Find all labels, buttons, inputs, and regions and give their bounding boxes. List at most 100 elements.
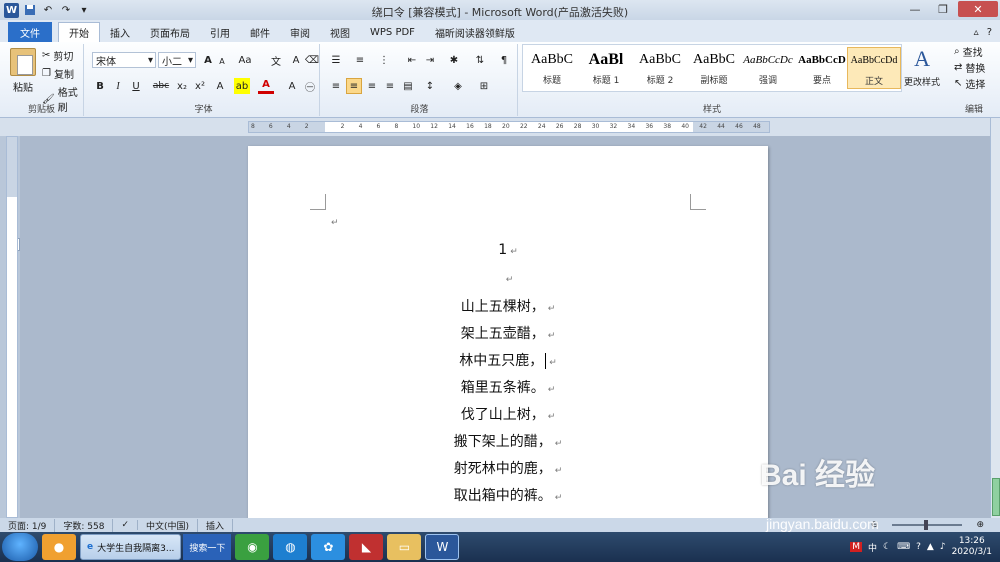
underline-button[interactable]: U — [128, 78, 144, 94]
taskbar-search-button[interactable]: 搜索一下 — [183, 534, 232, 560]
volume-icon[interactable]: ♪ — [940, 542, 946, 552]
char-shading-icon[interactable]: A — [284, 78, 300, 94]
bullets-icon[interactable]: ☰ — [328, 52, 344, 68]
app-icon-blue[interactable]: ◍ — [273, 534, 308, 560]
clear-format-icon[interactable]: ⌫ — [304, 52, 320, 68]
poem-line[interactable]: 搬下架上的醋， ↵ — [248, 431, 768, 451]
font-color-button[interactable]: A — [258, 78, 274, 94]
poem-line[interactable]: 伐了山上树， ↵ — [248, 404, 768, 424]
style-normal[interactable]: AaBbCcDd 正文 — [847, 47, 901, 89]
style-heading-1[interactable]: AaBl 标题 1 — [579, 47, 633, 89]
multilevel-list-icon[interactable]: ⋮ — [376, 52, 392, 68]
shrink-font-button[interactable]: A — [214, 53, 230, 69]
horizontal-ruler[interactable]: 8 6 4 2 2 4 6 8 10 12 14 16 18 20 22 24 26 28 30 32 34 36 38 40… — [248, 121, 770, 133]
ribbon-collapse-icon[interactable]: ▵ — [974, 27, 979, 38]
copy-button[interactable]: ❐ 复制 — [42, 66, 74, 81]
char-border-icon[interactable]: A — [288, 52, 304, 68]
maximize-button[interactable]: ❐ — [930, 1, 956, 17]
style-strong[interactable]: AaBbCcD 要点 — [795, 47, 849, 89]
network-icon[interactable]: ▲ — [927, 542, 934, 552]
close-button[interactable]: ✕ — [958, 1, 998, 17]
enclose-char-icon[interactable]: ㊀ — [302, 78, 318, 94]
taskbar-browser-task[interactable]: e 大学生自我隔离3... — [80, 534, 182, 560]
style-emphasis[interactable]: AaBbCcDc 强调 — [741, 47, 795, 89]
italic-button[interactable]: I — [110, 78, 126, 94]
word-taskbar-icon[interactable]: W — [425, 534, 460, 560]
chinese-layout-icon[interactable]: ✱ — [446, 52, 462, 68]
tab-review[interactable]: 审阅 — [280, 22, 320, 42]
vertical-scrollbar[interactable] — [990, 118, 1000, 518]
show-marks-icon[interactable]: ¶ — [496, 52, 512, 68]
app-icon-green[interactable]: ◉ — [235, 534, 270, 560]
tab-home[interactable]: 开始 — [58, 22, 100, 42]
spellcheck-icon[interactable]: ✓ — [113, 520, 139, 530]
tab-insert[interactable]: 插入 — [100, 22, 140, 42]
clock[interactable]: 13:26 2020/3/1 — [952, 536, 992, 558]
justify-icon[interactable]: ≡ — [382, 78, 398, 94]
status-language[interactable]: 中文(中国) — [138, 518, 199, 532]
strikethrough-button[interactable]: abc — [150, 78, 172, 94]
align-center-icon[interactable]: ≡ — [346, 78, 362, 94]
tab-view[interactable]: 视图 — [320, 22, 360, 42]
tab-references[interactable]: 引用 — [200, 22, 240, 42]
keyboard-icon[interactable]: ⌨ — [897, 542, 910, 552]
bold-button[interactable]: B — [92, 78, 108, 94]
superscript-button[interactable]: x² — [192, 78, 208, 94]
subscript-button[interactable]: x₂ — [174, 78, 190, 94]
ime-mode[interactable]: 中 — [868, 541, 877, 554]
app-icon-pdf[interactable]: ◣ — [349, 534, 384, 560]
change-case-button[interactable]: Aa — [234, 52, 256, 68]
ime-icon[interactable]: M — [850, 542, 863, 552]
style-heading-2[interactable]: AaBbC 标题 2 — [633, 47, 687, 89]
help-tray-icon[interactable]: ? — [916, 542, 921, 552]
poem-line[interactable]: 箱里五条裤。 ↵ — [248, 377, 768, 397]
numbering-icon[interactable]: ≡ — [352, 52, 368, 68]
highlight-icon[interactable]: ab — [234, 78, 250, 94]
style-title[interactable]: AaBbC 标题 — [525, 47, 579, 89]
minimize-button[interactable]: — — [902, 1, 928, 17]
redo-icon[interactable]: ↷ — [59, 3, 73, 17]
cut-button[interactable]: ✂ 剪切 — [42, 48, 73, 63]
status-insert-mode[interactable]: 插入 — [198, 518, 234, 532]
font-size-select[interactable]: 小二 ▾ — [158, 52, 196, 68]
tab-file[interactable]: 文件 — [8, 22, 52, 42]
sort-icon[interactable]: ⇅ — [472, 52, 488, 68]
folder-icon[interactable]: ▭ — [387, 534, 422, 560]
change-styles-button[interactable]: A 更改样式 — [904, 46, 940, 88]
undo-icon[interactable]: ↶ — [41, 3, 55, 17]
replace-button[interactable]: ⇄ 替换 — [954, 60, 985, 75]
tab-mailings[interactable]: 邮件 — [240, 22, 280, 42]
tab-page-layout[interactable]: 页面布局 — [140, 22, 200, 42]
status-word-count[interactable]: 字数: 558 — [55, 518, 114, 532]
decrease-indent-icon[interactable]: ⇤ — [404, 52, 420, 68]
customize-toolbar-icon[interactable]: ▾ — [77, 3, 91, 17]
text-effects-icon[interactable]: A — [212, 78, 228, 94]
poem-line[interactable]: 架上五壶醋， ↵ — [248, 323, 768, 343]
help-icon[interactable]: ? — [987, 27, 992, 38]
align-left-icon[interactable]: ≡ — [328, 78, 344, 94]
style-subtitle[interactable]: AaBbC 副标题 — [687, 47, 741, 89]
save-icon[interactable] — [23, 3, 37, 17]
poem-line[interactable]: 射死林中的鹿， ↵ — [248, 458, 768, 478]
increase-indent-icon[interactable]: ⇥ — [422, 52, 438, 68]
line-spacing-icon[interactable]: ↕ — [422, 78, 438, 94]
app-icon-cloud[interactable]: ✿ — [311, 534, 346, 560]
document-page[interactable]: ↵ 1 ↵ ↵ 山上五棵树， ↵ 架上五壶醋， ↵ 林中五只鹿， ↵ 箱里五条裤。 ↵ 伐… — [248, 146, 768, 518]
zoom-in-icon[interactable]: ⊕ — [968, 520, 992, 530]
borders-icon[interactable]: ⊞ — [476, 78, 492, 94]
zoom-slider[interactable] — [892, 520, 963, 530]
shading-icon[interactable]: ◈ — [450, 78, 466, 94]
status-page[interactable]: 页面: 1/9 — [0, 518, 56, 532]
align-right-icon[interactable]: ≡ — [364, 78, 380, 94]
scrollbar-thumb[interactable] — [992, 478, 1000, 516]
start-button[interactable] — [2, 533, 38, 561]
phonetic-icon[interactable]: 文 — [268, 52, 284, 68]
select-button[interactable]: ↖ 选择 — [954, 76, 985, 91]
poem-line[interactable]: 林中五只鹿， ↵ — [248, 350, 768, 370]
distributed-icon[interactable]: ▤ — [400, 78, 416, 94]
tab-foxit[interactable]: 福昕阅读器领鲜版 — [425, 22, 525, 42]
poem-line[interactable]: 取出箱中的裤。 ↵ — [248, 485, 768, 505]
tab-wps-pdf[interactable]: WPS PDF — [360, 22, 425, 42]
vertical-ruler[interactable] — [6, 136, 18, 518]
font-name-select[interactable]: 宋体 ▾ — [92, 52, 156, 68]
